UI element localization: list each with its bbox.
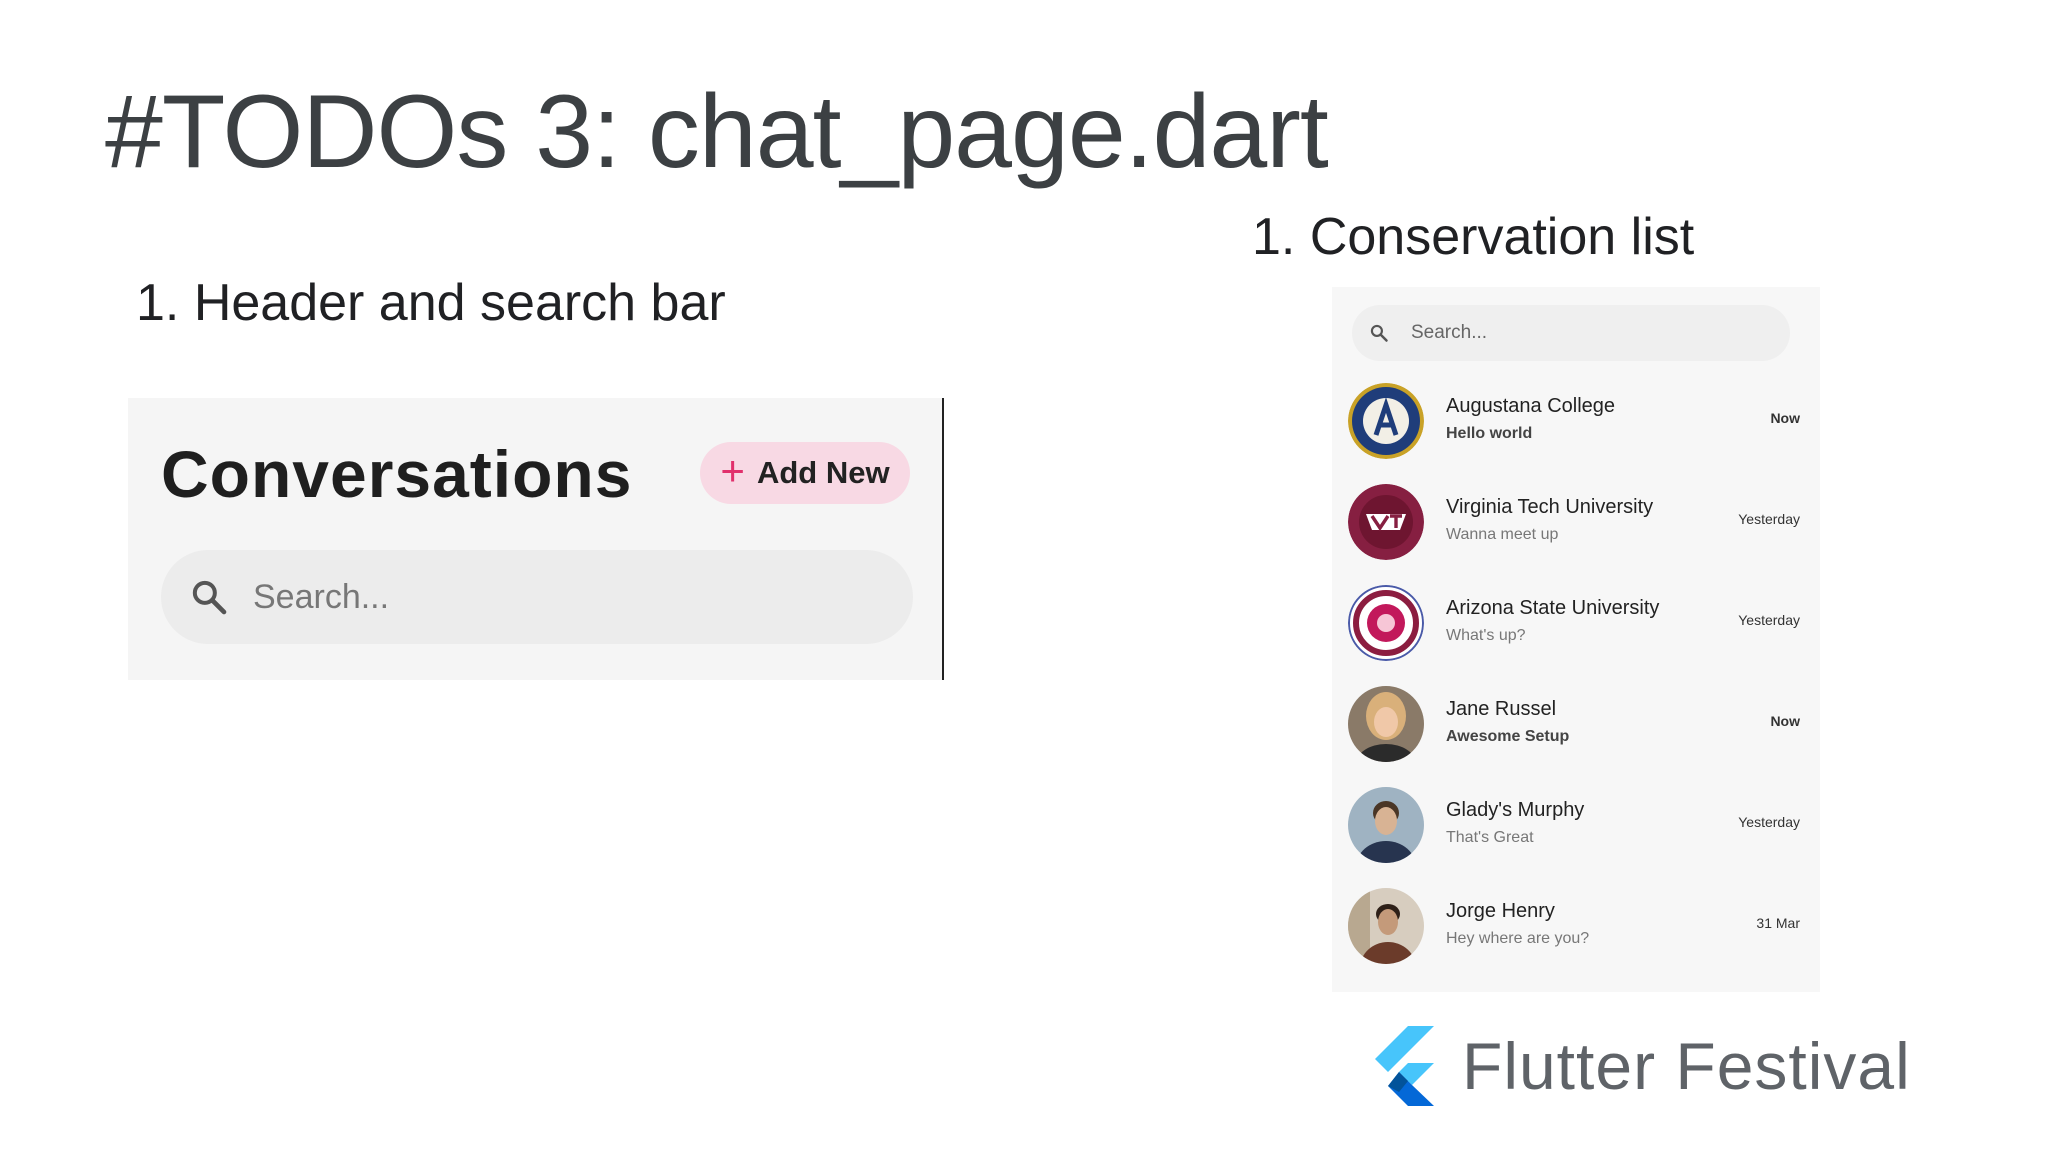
conversation-name: Glady's Murphy: [1446, 799, 1585, 821]
conversation-name: Arizona State University: [1446, 597, 1660, 619]
search-bar[interactable]: Search...: [1352, 305, 1790, 361]
conversation-time: Yesterday: [1738, 511, 1800, 527]
conversation-item[interactable]: Arizona State University What's up? Yest…: [1332, 583, 1820, 684]
conversations-title: Conversations: [161, 437, 633, 511]
conversation-name: Augustana College: [1446, 395, 1616, 417]
conversation-item[interactable]: Jane Russel Awesome Setup Now: [1332, 684, 1820, 785]
search-bar[interactable]: Search...: [161, 550, 913, 644]
conversation-message: Hey where are you?: [1446, 930, 1590, 947]
conversation-time: Yesterday: [1738, 612, 1800, 628]
conversation-message: Awesome Setup: [1446, 728, 1570, 745]
flutter-logo-icon: [1375, 1026, 1434, 1106]
conversation-item[interactable]: Virginia Tech University Wanna meet up Y…: [1332, 482, 1820, 583]
conversation-time: Now: [1770, 713, 1800, 729]
conversation-name: Jane Russel: [1446, 698, 1557, 720]
conversation-list-screenshot: Search... Augustana College Hello world …: [1332, 287, 1820, 992]
conversation-message: Hello world: [1446, 425, 1533, 442]
flutter-festival-footer: Flutter Festival: [1368, 1026, 1911, 1106]
conversation-message: That's Great: [1446, 829, 1534, 846]
conversation-time: 31 Mar: [1756, 915, 1800, 931]
virginia-tech-logo-icon: [1348, 484, 1424, 560]
search-placeholder: Search...: [1411, 322, 1488, 343]
conversation-name: Jorge Henry: [1446, 900, 1555, 922]
add-new-label: Add New: [756, 455, 890, 490]
conversation-message: Wanna meet up: [1446, 526, 1559, 543]
person-photo: [1348, 686, 1424, 762]
section-label-list: 1. Conservation list: [1252, 208, 1695, 266]
conversation-time: Yesterday: [1738, 814, 1800, 830]
conversation-item[interactable]: Jorge Henry Hey where are you? 31 Mar: [1332, 886, 1820, 987]
slide-title: #TODOs 3: chat_page.dart: [105, 74, 1329, 190]
conversation-list: Augustana College Hello world Now Virgin…: [1332, 381, 1820, 987]
conversation-message: What's up?: [1446, 627, 1526, 644]
conversation-name: Virginia Tech University: [1446, 496, 1654, 518]
person-photo: [1348, 787, 1424, 863]
brand-name: Flutter Festival: [1462, 1029, 1911, 1103]
search-placeholder: Search...: [253, 577, 390, 616]
augustana-seal-icon: [1348, 383, 1424, 459]
header-screenshot: Conversations + Add New Search...: [128, 398, 944, 680]
conversation-item[interactable]: Augustana College Hello world Now: [1332, 381, 1820, 482]
plus-icon: +: [720, 447, 745, 494]
search-icon: [1370, 324, 1388, 342]
conversation-time: Now: [1770, 410, 1800, 426]
section-label-header: 1. Header and search bar: [136, 274, 726, 332]
person-photo: [1348, 888, 1424, 964]
conversation-item[interactable]: Glady's Murphy That's Great Yesterday: [1332, 785, 1820, 886]
asu-seal-icon: [1348, 585, 1424, 661]
add-new-button[interactable]: + Add New: [700, 442, 910, 504]
search-icon: [192, 580, 227, 615]
